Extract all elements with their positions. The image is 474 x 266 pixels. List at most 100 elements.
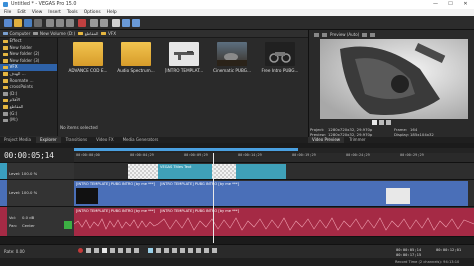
video-clip[interactable]: [INTRO TEMPLATE] PUBG INTRO [by me ***] <box>158 181 468 206</box>
lock-icon[interactable] <box>196 248 201 253</box>
trim-start-icon[interactable] <box>180 248 185 253</box>
playhead[interactable] <box>213 153 214 243</box>
go-to-start-icon[interactable] <box>126 248 131 253</box>
region-icon[interactable] <box>212 248 217 253</box>
copy-icon[interactable] <box>56 19 64 27</box>
undo-icon[interactable] <box>90 19 98 27</box>
envelope-edit-tool-icon[interactable] <box>156 248 161 253</box>
tree-item[interactable]: New folder (3) <box>0 58 57 65</box>
overlays-icon[interactable] <box>362 32 368 37</box>
open-project-icon[interactable] <box>14 19 22 27</box>
tab-project-media[interactable]: Project Media <box>0 137 35 143</box>
preview-settings-icon[interactable] <box>314 32 319 37</box>
tab-video-fx[interactable]: Video FX <box>92 137 118 143</box>
audio-clip[interactable]: [INTRO TEMPLATE] PUBG INTRO [by me ***] <box>74 208 158 236</box>
go-to-end-icon[interactable] <box>134 248 139 253</box>
file-tile[interactable]: ADVANCE COD E... <box>68 42 108 73</box>
menu-view[interactable]: View <box>32 10 42 15</box>
tree-item[interactable]: (D:) <box>0 91 57 98</box>
snapshot-icon[interactable] <box>370 32 376 37</box>
file-tile[interactable]: Free Intro PUBG... <box>260 42 300 73</box>
tab-video-preview[interactable]: Video Preview <box>308 137 345 143</box>
preview-transport <box>372 120 402 126</box>
track-color-strip <box>0 180 7 206</box>
audio-clip[interactable]: [INTRO TEMPLATE] PUBG INTRO [by me ***] <box>158 208 474 236</box>
tree-item[interactable]: الأفلام <box>0 97 57 104</box>
render-icon[interactable] <box>78 19 86 27</box>
tree-item[interactable]: New folder <box>0 45 57 52</box>
breadcrumb-vfx[interactable]: VFX <box>101 31 116 36</box>
track-header-audio[interactable]: Vol: 0.0 dB Pan: Center <box>0 207 74 237</box>
tree-item[interactable]: Roomate ... <box>0 78 57 85</box>
file-tile[interactable]: [INTRO TEMPLAT... <box>164 42 204 73</box>
normal-edit-tool-icon[interactable] <box>148 248 153 253</box>
ruler-label: 00:00:04;29 <box>130 153 154 157</box>
record-button[interactable] <box>78 248 83 253</box>
cut-icon[interactable] <box>46 19 54 27</box>
menu-insert[interactable]: Insert <box>48 10 61 15</box>
tab-explorer[interactable]: Explorer <box>35 137 61 143</box>
play-from-start-icon[interactable] <box>94 248 99 253</box>
tab-transitions[interactable]: Transitions <box>62 137 91 143</box>
ruler-label: 00:00:09;29 <box>184 153 208 157</box>
marker-icon[interactable] <box>204 248 209 253</box>
tree-item[interactable]: (G:) <box>0 111 57 118</box>
tab-media-generators[interactable]: Media Generators <box>119 137 163 143</box>
play-icon[interactable] <box>372 120 377 125</box>
split-screen-icon[interactable] <box>322 32 327 37</box>
track-header-video-1[interactable]: Level: 100.0 % <box>0 163 74 180</box>
breadcrumb-drive[interactable]: New Volume (D:) <box>33 31 75 36</box>
paste-icon[interactable] <box>66 19 74 27</box>
menu-help[interactable]: Help <box>107 10 117 15</box>
tab-trimmer[interactable]: Trimmer <box>345 137 370 143</box>
loop-region[interactable] <box>74 148 298 151</box>
file-tile[interactable]: Audio Spectrum... <box>116 42 156 73</box>
trim-end-icon[interactable] <box>188 248 193 253</box>
tree-item[interactable]: Effect <box>0 38 57 45</box>
envelope-tool-icon[interactable] <box>122 19 130 27</box>
menu-tools[interactable]: Tools <box>67 10 78 15</box>
selection-tool-icon[interactable] <box>132 19 140 27</box>
selection-edit-tool-icon[interactable] <box>164 248 169 253</box>
tree-item[interactable]: المقاطع <box>0 104 57 111</box>
split-icon[interactable] <box>172 248 177 253</box>
maximize-button[interactable]: ☐ <box>443 0 458 9</box>
breadcrumb-computer[interactable]: Computer <box>3 31 30 36</box>
vol-value: 0.0 dB <box>22 215 35 220</box>
title-clip-checker[interactable] <box>128 164 158 179</box>
video-clip[interactable]: [INTRO TEMPLATE] PUBG INTRO [by me ***] <box>74 181 158 206</box>
track-header-video-2[interactable]: Level: 100.0 % <box>0 180 74 207</box>
pause-button[interactable] <box>110 248 115 253</box>
save-icon[interactable] <box>24 19 32 27</box>
time-ruler[interactable]: 00:00:00;00 00:00:04;29 00:00:09;29 00:0… <box>74 148 474 163</box>
menu-edit[interactable]: Edit <box>17 10 26 15</box>
tree-item-label: Roomate ... <box>9 77 34 83</box>
tree-item[interactable]: (M:) <box>0 117 57 124</box>
tree-item[interactable]: الهدف ... <box>0 71 57 78</box>
title-clip-checker[interactable] <box>212 164 236 179</box>
new-project-icon[interactable] <box>4 19 12 27</box>
menu-file[interactable]: File <box>4 10 11 15</box>
minimize-button[interactable]: — <box>428 0 443 9</box>
properties-icon[interactable] <box>34 19 42 27</box>
file-tile[interactable]: Cinematic PUBG... <box>212 42 252 73</box>
breadcrumb-folder[interactable]: المقاطع <box>78 31 98 36</box>
menu-options[interactable]: Options <box>84 10 101 15</box>
stop-icon[interactable] <box>386 120 391 125</box>
play-button[interactable] <box>102 248 107 253</box>
close-button[interactable]: ✕ <box>458 0 473 9</box>
tree-item[interactable]: crossPoints <box>0 84 57 91</box>
stop-button[interactable] <box>118 248 123 253</box>
loop-playback-icon[interactable] <box>86 248 91 253</box>
title-clip[interactable]: VEGAS Titles Text <box>158 164 212 179</box>
tree-item-vfx[interactable]: VFX <box>0 64 57 71</box>
pause-icon[interactable] <box>379 120 384 125</box>
title-clip[interactable] <box>236 164 286 179</box>
edit-tool-icon[interactable] <box>112 19 120 27</box>
folder-icon <box>3 59 8 63</box>
preview-quality-dropdown[interactable]: Preview (Auto) <box>330 32 359 37</box>
redo-icon[interactable] <box>100 19 108 27</box>
folder-icon <box>73 42 103 66</box>
tree-item[interactable]: New folder (2) <box>0 51 57 58</box>
file-name: ADVANCE COD E... <box>68 68 108 73</box>
